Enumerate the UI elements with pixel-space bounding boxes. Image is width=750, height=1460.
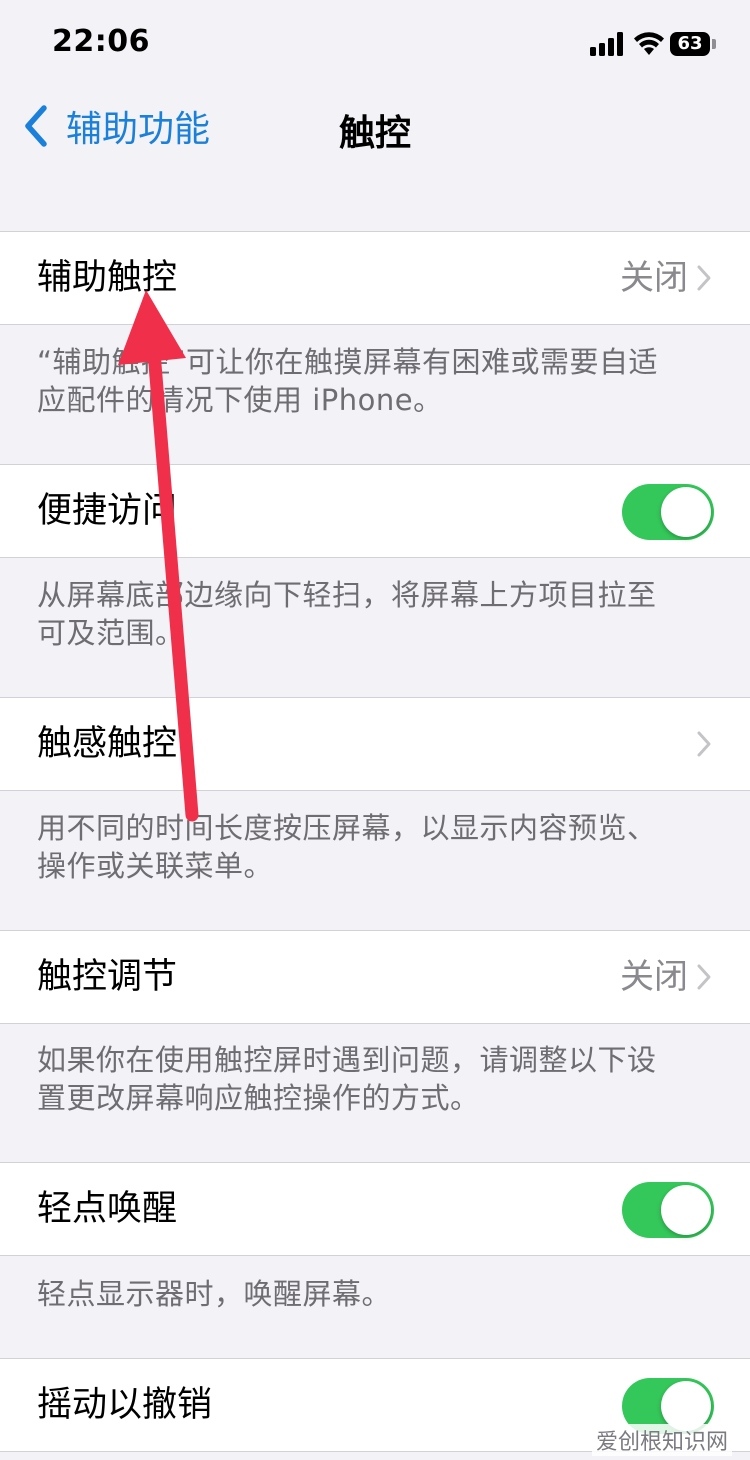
- haptic-touch-footer: 用不同的时间长度按压屏幕，以显示内容预览、 操作或关联菜单。: [37, 809, 707, 885]
- tap-to-wake-footer: 轻点显示器时，唤醒屏幕。: [37, 1275, 707, 1313]
- touch-accommodations-footer: 如果你在使用触控屏时遇到问题，请调整以下设 置更改屏幕响应触控操作的方式。: [37, 1041, 707, 1117]
- footer-line: 操作或关联菜单。: [37, 849, 274, 883]
- battery-icon: 63: [670, 32, 710, 56]
- row-label: 触感触控: [37, 724, 178, 764]
- navigation-bar: 辅助功能 触控: [0, 90, 750, 170]
- assistive-touch-row[interactable]: 辅助触控 关闭: [0, 231, 750, 325]
- row-label: 触控调节: [37, 957, 178, 997]
- chevron-right-icon: [697, 964, 711, 990]
- page-title: 触控: [338, 113, 411, 154]
- footer-line: 可及范围。: [37, 616, 185, 650]
- chevron-right-icon: [697, 265, 711, 291]
- cellular-signal-icon: [590, 32, 626, 56]
- assistive-touch-footer: “辅助触控”可让你在触摸屏幕有困难或需要自适 应配件的情况下使用 iPhone。: [37, 343, 707, 419]
- reachability-row: 便捷访问: [0, 464, 750, 558]
- row-label: 便捷访问: [37, 491, 178, 531]
- row-value: 关闭: [620, 258, 688, 298]
- tap-to-wake-toggle[interactable]: [622, 1182, 714, 1238]
- haptic-touch-row[interactable]: 触感触控: [0, 697, 750, 791]
- row-label: 轻点唤醒: [37, 1189, 178, 1229]
- footer-line: 从屏幕底部边缘向下轻扫，将屏幕上方项目拉至: [37, 578, 657, 612]
- footer-line: 如果你在使用触控屏时遇到问题，请调整以下设: [37, 1043, 657, 1077]
- footer-line: 用不同的时间长度按压屏幕，以显示内容预览、: [37, 811, 657, 845]
- row-value: 关闭: [620, 957, 688, 997]
- battery-cap: [712, 39, 716, 49]
- reachability-toggle[interactable]: [622, 484, 714, 540]
- row-label: 摇动以撤销: [37, 1385, 213, 1425]
- row-label: 辅助触控: [37, 258, 178, 298]
- status-time: 22:06: [52, 24, 150, 59]
- tap-to-wake-row: 轻点唤醒: [0, 1162, 750, 1256]
- footer-line: 轻点显示器时，唤醒屏幕。: [37, 1277, 392, 1311]
- toggle-knob: [661, 487, 711, 537]
- footer-line: “辅助触控”可让你在触摸屏幕有困难或需要自适: [37, 345, 659, 379]
- footer-line: 置更改屏幕响应触控操作的方式。: [37, 1081, 480, 1115]
- chevron-right-icon: [697, 731, 711, 757]
- watermark: 爱创根知识网: [591, 1424, 732, 1456]
- touch-accommodations-row[interactable]: 触控调节 关闭: [0, 930, 750, 1024]
- toggle-knob: [661, 1185, 711, 1235]
- wifi-icon: [634, 32, 664, 55]
- reachability-footer: 从屏幕底部边缘向下轻扫，将屏幕上方项目拉至 可及范围。: [37, 576, 707, 652]
- status-bar: 22:06 63: [0, 0, 750, 90]
- footer-line: 应配件的情况下使用 iPhone。: [37, 383, 443, 417]
